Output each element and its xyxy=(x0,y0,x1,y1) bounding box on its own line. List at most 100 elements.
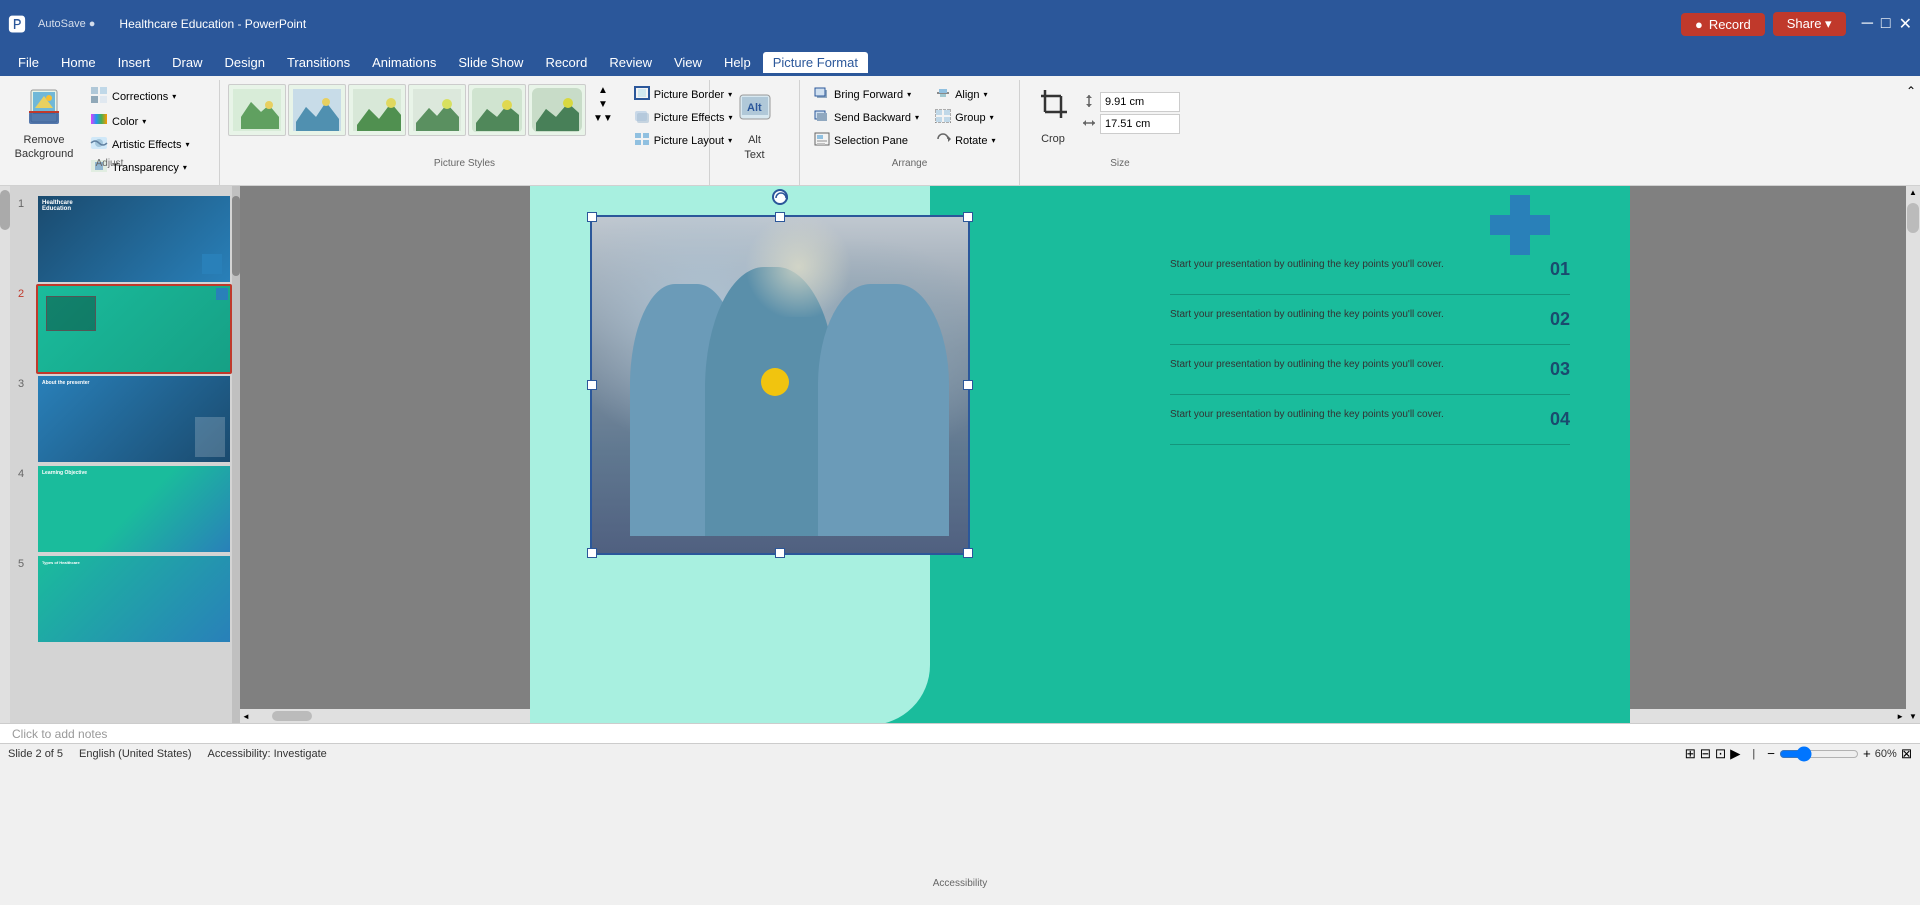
handle-top-middle[interactable] xyxy=(775,212,785,222)
handle-top-right[interactable] xyxy=(963,212,973,222)
fit-slide-button[interactable]: ⊠ xyxy=(1901,746,1912,762)
canvas-area[interactable]: ▲ ▼ ◄ ► Start your presentation by outli… xyxy=(240,186,1920,723)
crop-button[interactable]: Crop xyxy=(1028,84,1078,151)
scroll-thumb xyxy=(1907,203,1919,233)
menu-transitions[interactable]: Transitions xyxy=(277,52,360,73)
title-bar-left: 🅿 AutoSave ● Healthcare Education - Powe… xyxy=(8,11,306,37)
notes-placeholder[interactable]: Click to add notes xyxy=(12,727,107,741)
handle-middle-right[interactable] xyxy=(963,380,973,390)
corrections-dropdown[interactable]: ▾ xyxy=(172,92,176,101)
align-button[interactable]: Align ▾ xyxy=(929,84,1001,105)
rotate-dropdown[interactable]: ▾ xyxy=(991,136,995,145)
zoom-separator: | xyxy=(1752,748,1755,760)
color-button[interactable]: Color ▾ xyxy=(84,111,196,132)
align-dropdown[interactable]: ▾ xyxy=(984,90,988,99)
gallery-expand[interactable]: ▼▼ xyxy=(590,112,616,125)
slide-sorter-button[interactable]: ⊟ xyxy=(1700,746,1711,762)
gallery-scroll-down[interactable]: ▼ xyxy=(590,98,616,111)
maximize-icon[interactable]: □ xyxy=(1881,15,1891,33)
record-button[interactable]: ● Record xyxy=(1681,13,1765,36)
zoom-out-button[interactable]: − xyxy=(1767,746,1775,761)
artistic-effects-button[interactable]: Artistic Effects ▾ xyxy=(84,134,196,155)
ribbon-collapse-button[interactable]: ⌃ xyxy=(1906,84,1916,98)
panel-left-scroll[interactable] xyxy=(0,186,10,723)
style-1[interactable] xyxy=(228,84,286,136)
handle-top-left[interactable] xyxy=(587,212,597,222)
menu-design[interactable]: Design xyxy=(215,52,275,73)
selected-image[interactable] xyxy=(590,215,970,555)
gallery-scroll-up[interactable]: ▲ xyxy=(590,84,616,97)
style-2[interactable] xyxy=(288,84,346,136)
slide-item-5[interactable]: 5 Types of Healthcare xyxy=(18,554,232,644)
picture-border-dropdown[interactable]: ▾ xyxy=(728,90,732,99)
menu-insert[interactable]: Insert xyxy=(108,52,161,73)
slideshow-button[interactable]: ▶ xyxy=(1730,746,1740,762)
picture-border-button[interactable]: Picture Border ▾ xyxy=(628,84,739,105)
slide-thumb-2[interactable] xyxy=(36,284,232,374)
hscroll-left[interactable]: ◄ xyxy=(240,710,252,723)
menu-record[interactable]: Record xyxy=(535,52,597,73)
menu-home[interactable]: Home xyxy=(51,52,106,73)
picture-layout-dropdown[interactable]: ▾ xyxy=(728,136,732,145)
reading-view-button[interactable]: ⊡ xyxy=(1715,746,1726,762)
picture-effects-button[interactable]: Picture Effects ▾ xyxy=(628,107,739,128)
handle-middle-left[interactable] xyxy=(587,380,597,390)
rotation-handle[interactable] xyxy=(772,189,788,205)
style-5[interactable] xyxy=(468,84,526,136)
group-dropdown[interactable]: ▾ xyxy=(990,113,994,122)
menu-slideshow[interactable]: Slide Show xyxy=(448,52,533,73)
height-input[interactable] xyxy=(1100,92,1180,112)
menu-review[interactable]: Review xyxy=(599,52,662,73)
slide-item-4[interactable]: 4 Learning Objective xyxy=(18,464,232,554)
minimize-icon[interactable]: ─ xyxy=(1862,15,1873,33)
scroll-up-arrow[interactable]: ▲ xyxy=(1907,186,1919,199)
slide-thumb-3[interactable]: About the presenter xyxy=(36,374,232,464)
bring-forward-button[interactable]: Bring Forward ▾ xyxy=(808,84,925,105)
zoom-slider[interactable] xyxy=(1779,746,1859,762)
artistic-effects-dropdown[interactable]: ▾ xyxy=(185,140,189,149)
menu-animations[interactable]: Animations xyxy=(362,52,446,73)
slide-thumb-5[interactable]: Types of Healthcare xyxy=(36,554,232,644)
slide-thumb-1[interactable]: HealthcareEducation xyxy=(36,194,232,284)
handle-bottom-middle[interactable] xyxy=(775,548,785,558)
canvas-vscroll[interactable]: ▲ ▼ xyxy=(1906,186,1920,723)
menu-pictureformat[interactable]: Picture Format xyxy=(763,52,868,73)
style-3[interactable] xyxy=(348,84,406,136)
picture-layout-button[interactable]: Picture Layout ▾ xyxy=(628,130,739,151)
corrections-icon xyxy=(90,86,108,107)
handle-bottom-left[interactable] xyxy=(587,548,597,558)
normal-view-button[interactable]: ⊞ xyxy=(1685,746,1696,762)
remove-background-button[interactable]: Remove Background xyxy=(8,84,80,166)
send-backward-button[interactable]: Send Backward ▾ xyxy=(808,107,925,128)
slide-thumb-4[interactable]: Learning Objective xyxy=(36,464,232,554)
picture-effects-dropdown[interactable]: ▾ xyxy=(729,113,733,122)
slide-item-1[interactable]: 1 HealthcareEducation xyxy=(18,194,232,284)
style-6[interactable] xyxy=(528,84,586,136)
selection-pane-button[interactable]: Selection Pane xyxy=(808,130,925,151)
width-input[interactable] xyxy=(1100,114,1180,134)
artistic-effects-label: Artistic Effects xyxy=(112,139,181,151)
send-backward-icon xyxy=(814,109,830,126)
notes-area[interactable]: Click to add notes xyxy=(0,723,1920,743)
menu-draw[interactable]: Draw xyxy=(162,52,212,73)
handle-bottom-right[interactable] xyxy=(963,548,973,558)
bring-forward-dropdown[interactable]: ▾ xyxy=(907,90,911,99)
slide-item-3[interactable]: 3 About the presenter xyxy=(18,374,232,464)
slide-item-2[interactable]: 2 xyxy=(18,284,232,374)
hscroll-right[interactable]: ► xyxy=(1894,710,1906,723)
send-backward-dropdown[interactable]: ▾ xyxy=(915,113,919,122)
panel-scrollbar[interactable] xyxy=(232,186,240,723)
picture-style-buttons: Picture Border ▾ Picture Effects ▾ xyxy=(628,84,739,151)
corrections-button[interactable]: Corrections ▾ xyxy=(84,84,196,109)
color-dropdown[interactable]: ▾ xyxy=(142,117,146,126)
zoom-in-button[interactable]: + xyxy=(1863,746,1871,761)
group-button[interactable]: Group ▾ xyxy=(929,107,1001,128)
close-icon[interactable]: ✕ xyxy=(1899,14,1912,34)
share-button[interactable]: Share ▾ xyxy=(1773,12,1846,36)
rotate-button[interactable]: Rotate ▾ xyxy=(929,130,1001,151)
menu-file[interactable]: File xyxy=(8,52,49,73)
style-4[interactable] xyxy=(408,84,466,136)
scroll-down-arrow[interactable]: ▼ xyxy=(1907,710,1919,723)
menu-view[interactable]: View xyxy=(664,52,712,73)
menu-help[interactable]: Help xyxy=(714,52,761,73)
